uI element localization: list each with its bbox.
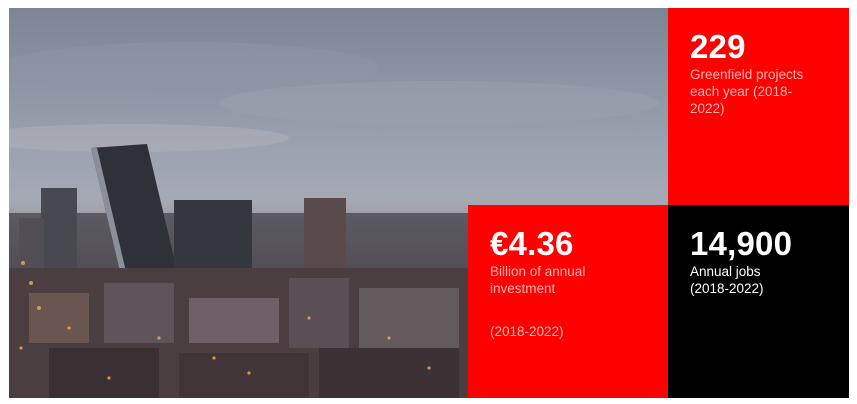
stat-value-jobs: 14,900 [690, 225, 793, 262]
stat-value-investment: €4.36 [490, 225, 574, 262]
stat-card-annual-investment: €4.36 Billion of annual investment (2018… [468, 205, 668, 398]
infographic-panel: 229 Greenfield projects each year (2018-… [9, 8, 849, 398]
stat-period-investment: (2018-2022) [490, 324, 564, 339]
stat-label-investment: Billion of annual investment (2018-2022) [490, 263, 646, 340]
stat-value-projects: 229 [690, 28, 746, 65]
stat-label-projects: Greenfield projects each year (2018- 202… [690, 67, 804, 116]
stat-card-greenfield-projects: 229 Greenfield projects each year (2018-… [668, 8, 849, 205]
stat-card-annual-jobs: 14,900 Annual jobs (2018-2022) [668, 205, 849, 398]
stat-label-jobs: Annual jobs (2018-2022) [690, 264, 764, 296]
